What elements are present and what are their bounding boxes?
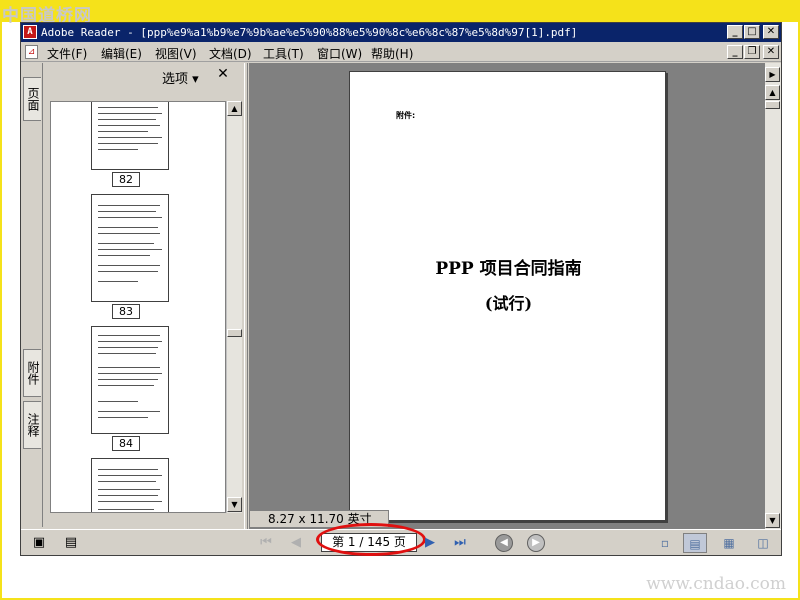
maximize-button[interactable]: □ [744,25,760,39]
menu-view[interactable]: 视图(V) [155,45,197,62]
document-scrollbar[interactable]: ▶ ▲ ▼ [765,63,781,529]
panel-splitter[interactable] [244,63,248,533]
scrollbar-thumb[interactable] [765,101,780,109]
adobe-reader-icon: A [23,25,37,39]
first-page-icon[interactable]: ⏮ [257,535,275,551]
thumbnail-label: 83 [112,304,140,319]
next-page-icon[interactable]: ▶ [421,535,439,551]
tab-attachments[interactable]: 附件 [23,349,41,397]
previous-page-icon[interactable]: ◀ [287,535,305,551]
doc-minimize-button[interactable]: _ [727,45,743,59]
single-page-view-icon[interactable]: ▫ [653,533,677,553]
collapse-arrow-icon[interactable]: ▶ [765,67,780,82]
thumbnail-label: 84 [112,436,140,451]
tab-pages[interactable]: 页面 [23,77,41,121]
print-icon[interactable]: ▤ [63,535,79,551]
menu-window[interactable]: 窗口(W) [317,45,362,62]
status-bar: ▣ ▤ ⏮ ◀ 第 1 / 145 页 ▶ ⏭ ◀ ▶ ▫ ▤ ▦ ◫ [21,523,781,556]
menu-bar: ⊿ 文件(F) 编辑(E) 视图(V) 文档(D) 工具(T) 窗口(W) 帮助… [21,42,781,62]
tab-comments[interactable]: 注释 [23,401,41,449]
scroll-down-arrow-icon[interactable]: ▼ [765,513,780,528]
highlight-ellipse [316,523,426,556]
scroll-up-arrow-icon[interactable]: ▲ [765,85,780,100]
scrollbar-thumb[interactable] [227,329,242,337]
window-title: Adobe Reader - [ppp%e9%a1%b9%e7%9b%ae%e5… [41,26,578,39]
menu-document[interactable]: 文档(D) [209,45,252,62]
title-bar[interactable]: A Adobe Reader - [ppp%e9%a1%b9%e7%9b%ae%… [21,23,781,42]
panel-header: 选项 ▾ ✕ [44,63,244,87]
menu-file[interactable]: 文件(F) [47,45,87,62]
page-thumbnail[interactable] [91,458,169,512]
go-back-icon[interactable]: ◀ [495,534,513,552]
page-thumbnail[interactable] [91,194,169,302]
menu-help[interactable]: 帮助(H) [371,45,413,62]
thumbnail-label: 82 [112,172,140,187]
continuous-facing-view-icon[interactable]: ◫ [751,533,775,553]
watermark-bottom: www.cndao.com [646,574,786,594]
pages-panel: 选项 ▾ ✕ 82 83 84 ▲ ▼ [44,63,244,533]
menu-edit[interactable]: 编辑(E) [101,45,142,62]
doc-close-button[interactable]: ✕ [763,45,779,59]
page-thumbnail[interactable] [91,102,169,170]
doc-restore-button[interactable]: ❐ [744,45,760,59]
attachment-label: 附件: [396,111,416,120]
continuous-view-icon[interactable]: ▤ [683,533,707,553]
panel-close-button[interactable]: ✕ [216,66,230,82]
reader-window: A Adobe Reader - [ppp%e9%a1%b9%e7%9b%ae%… [20,22,782,556]
document-title: PPP 项目合同指南 [435,259,582,279]
pdf-document-icon[interactable]: ⊿ [25,45,38,59]
scroll-down-arrow-icon[interactable]: ▼ [227,497,242,512]
document-view[interactable]: 附件: PPP 项目合同指南 (试行) [249,63,765,529]
menu-tools[interactable]: 工具(T) [263,45,304,62]
scroll-up-arrow-icon[interactable]: ▲ [227,101,242,116]
thumbnail-scrollbar[interactable]: ▲ ▼ [226,101,242,513]
page-thumbnail[interactable] [91,326,169,434]
thumbnail-list[interactable]: 82 83 84 [50,101,226,513]
pdf-page: 附件: PPP 项目合同指南 (试行) [349,71,666,521]
last-page-icon[interactable]: ⏭ [451,535,469,551]
minimize-button[interactable]: _ [727,25,743,39]
navigation-tabs: 页面 附件 注释 [21,63,43,527]
document-subtitle: (试行) [484,294,533,313]
show-navigation-icon[interactable]: ▣ [31,535,47,551]
options-button[interactable]: 选项 ▾ [162,68,199,87]
facing-view-icon[interactable]: ▦ [717,533,741,553]
close-window-button[interactable]: ✕ [763,25,779,39]
go-forward-icon[interactable]: ▶ [527,534,545,552]
